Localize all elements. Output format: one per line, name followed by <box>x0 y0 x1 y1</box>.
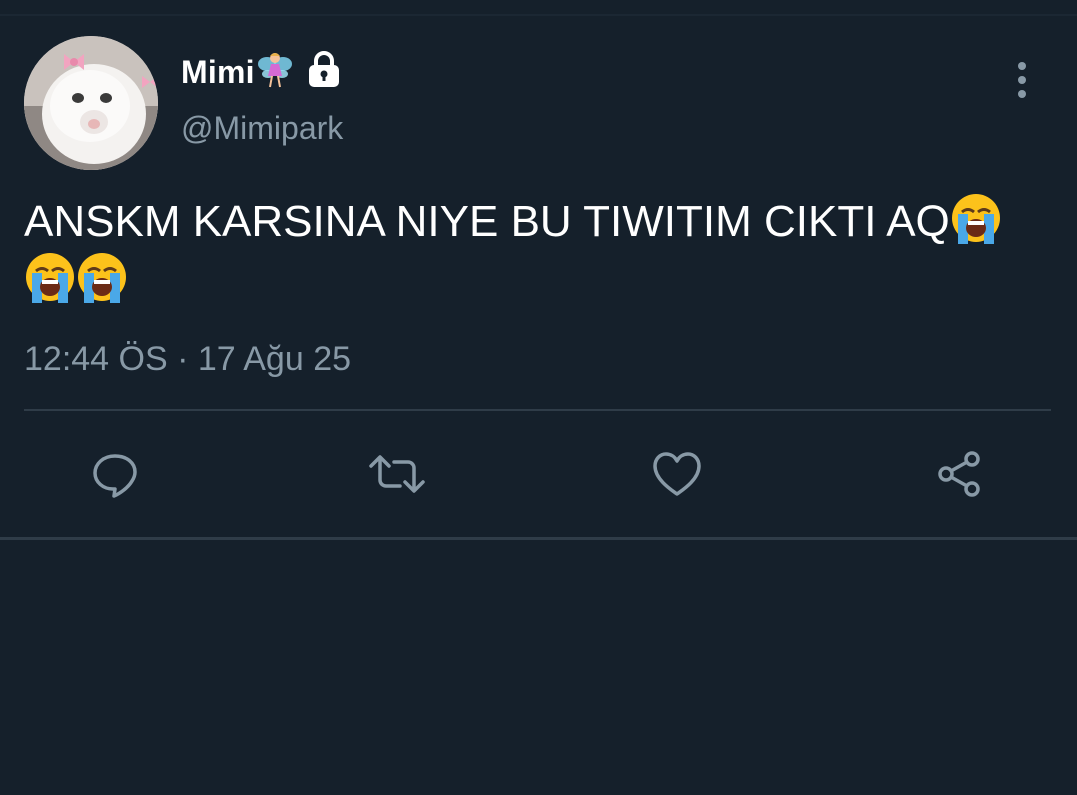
bottom-divider <box>0 537 1077 540</box>
tweet-divider <box>24 409 1051 411</box>
display-name[interactable]: Mimi <box>181 54 255 91</box>
heart-icon <box>653 452 701 496</box>
retweet-button[interactable] <box>367 444 427 504</box>
loudly-crying-face-emoji <box>950 194 1002 246</box>
more-dot-icon <box>1018 90 1026 98</box>
handle[interactable]: @Mimipark <box>181 110 343 147</box>
tweet: Mimi @Mimipark ANSKM KARSINA NIYE BU TIW… <box>0 0 1077 540</box>
like-button[interactable] <box>647 444 707 504</box>
reply-button[interactable] <box>85 444 145 504</box>
share-button[interactable] <box>929 444 989 504</box>
display-name-row: Mimi <box>181 50 343 95</box>
timestamp[interactable]: 12:44 ÖS · 17 Ağu 25 <box>24 340 351 379</box>
more-dot-icon <box>1018 76 1026 84</box>
loudly-crying-face-emoji <box>24 253 76 305</box>
share-icon <box>938 451 980 497</box>
more-options-button[interactable] <box>1004 60 1040 100</box>
tweet-text: ANSKM KARSINA NIYE BU TIWITIM CIKTI AQ <box>24 192 1034 310</box>
more-dot-icon <box>1018 62 1026 70</box>
retweet-icon <box>369 455 425 493</box>
fairy-emoji <box>255 50 293 95</box>
avatar-kitten-image <box>24 36 158 170</box>
reply-icon <box>93 454 137 498</box>
tweet-text-main: ANSKM KARSINA NIYE BU TIWITIM CIKTI AQ <box>24 197 950 246</box>
lock-icon <box>293 50 343 94</box>
loudly-crying-face-emoji <box>76 253 128 305</box>
avatar[interactable] <box>24 36 158 170</box>
action-bar <box>0 440 1077 512</box>
